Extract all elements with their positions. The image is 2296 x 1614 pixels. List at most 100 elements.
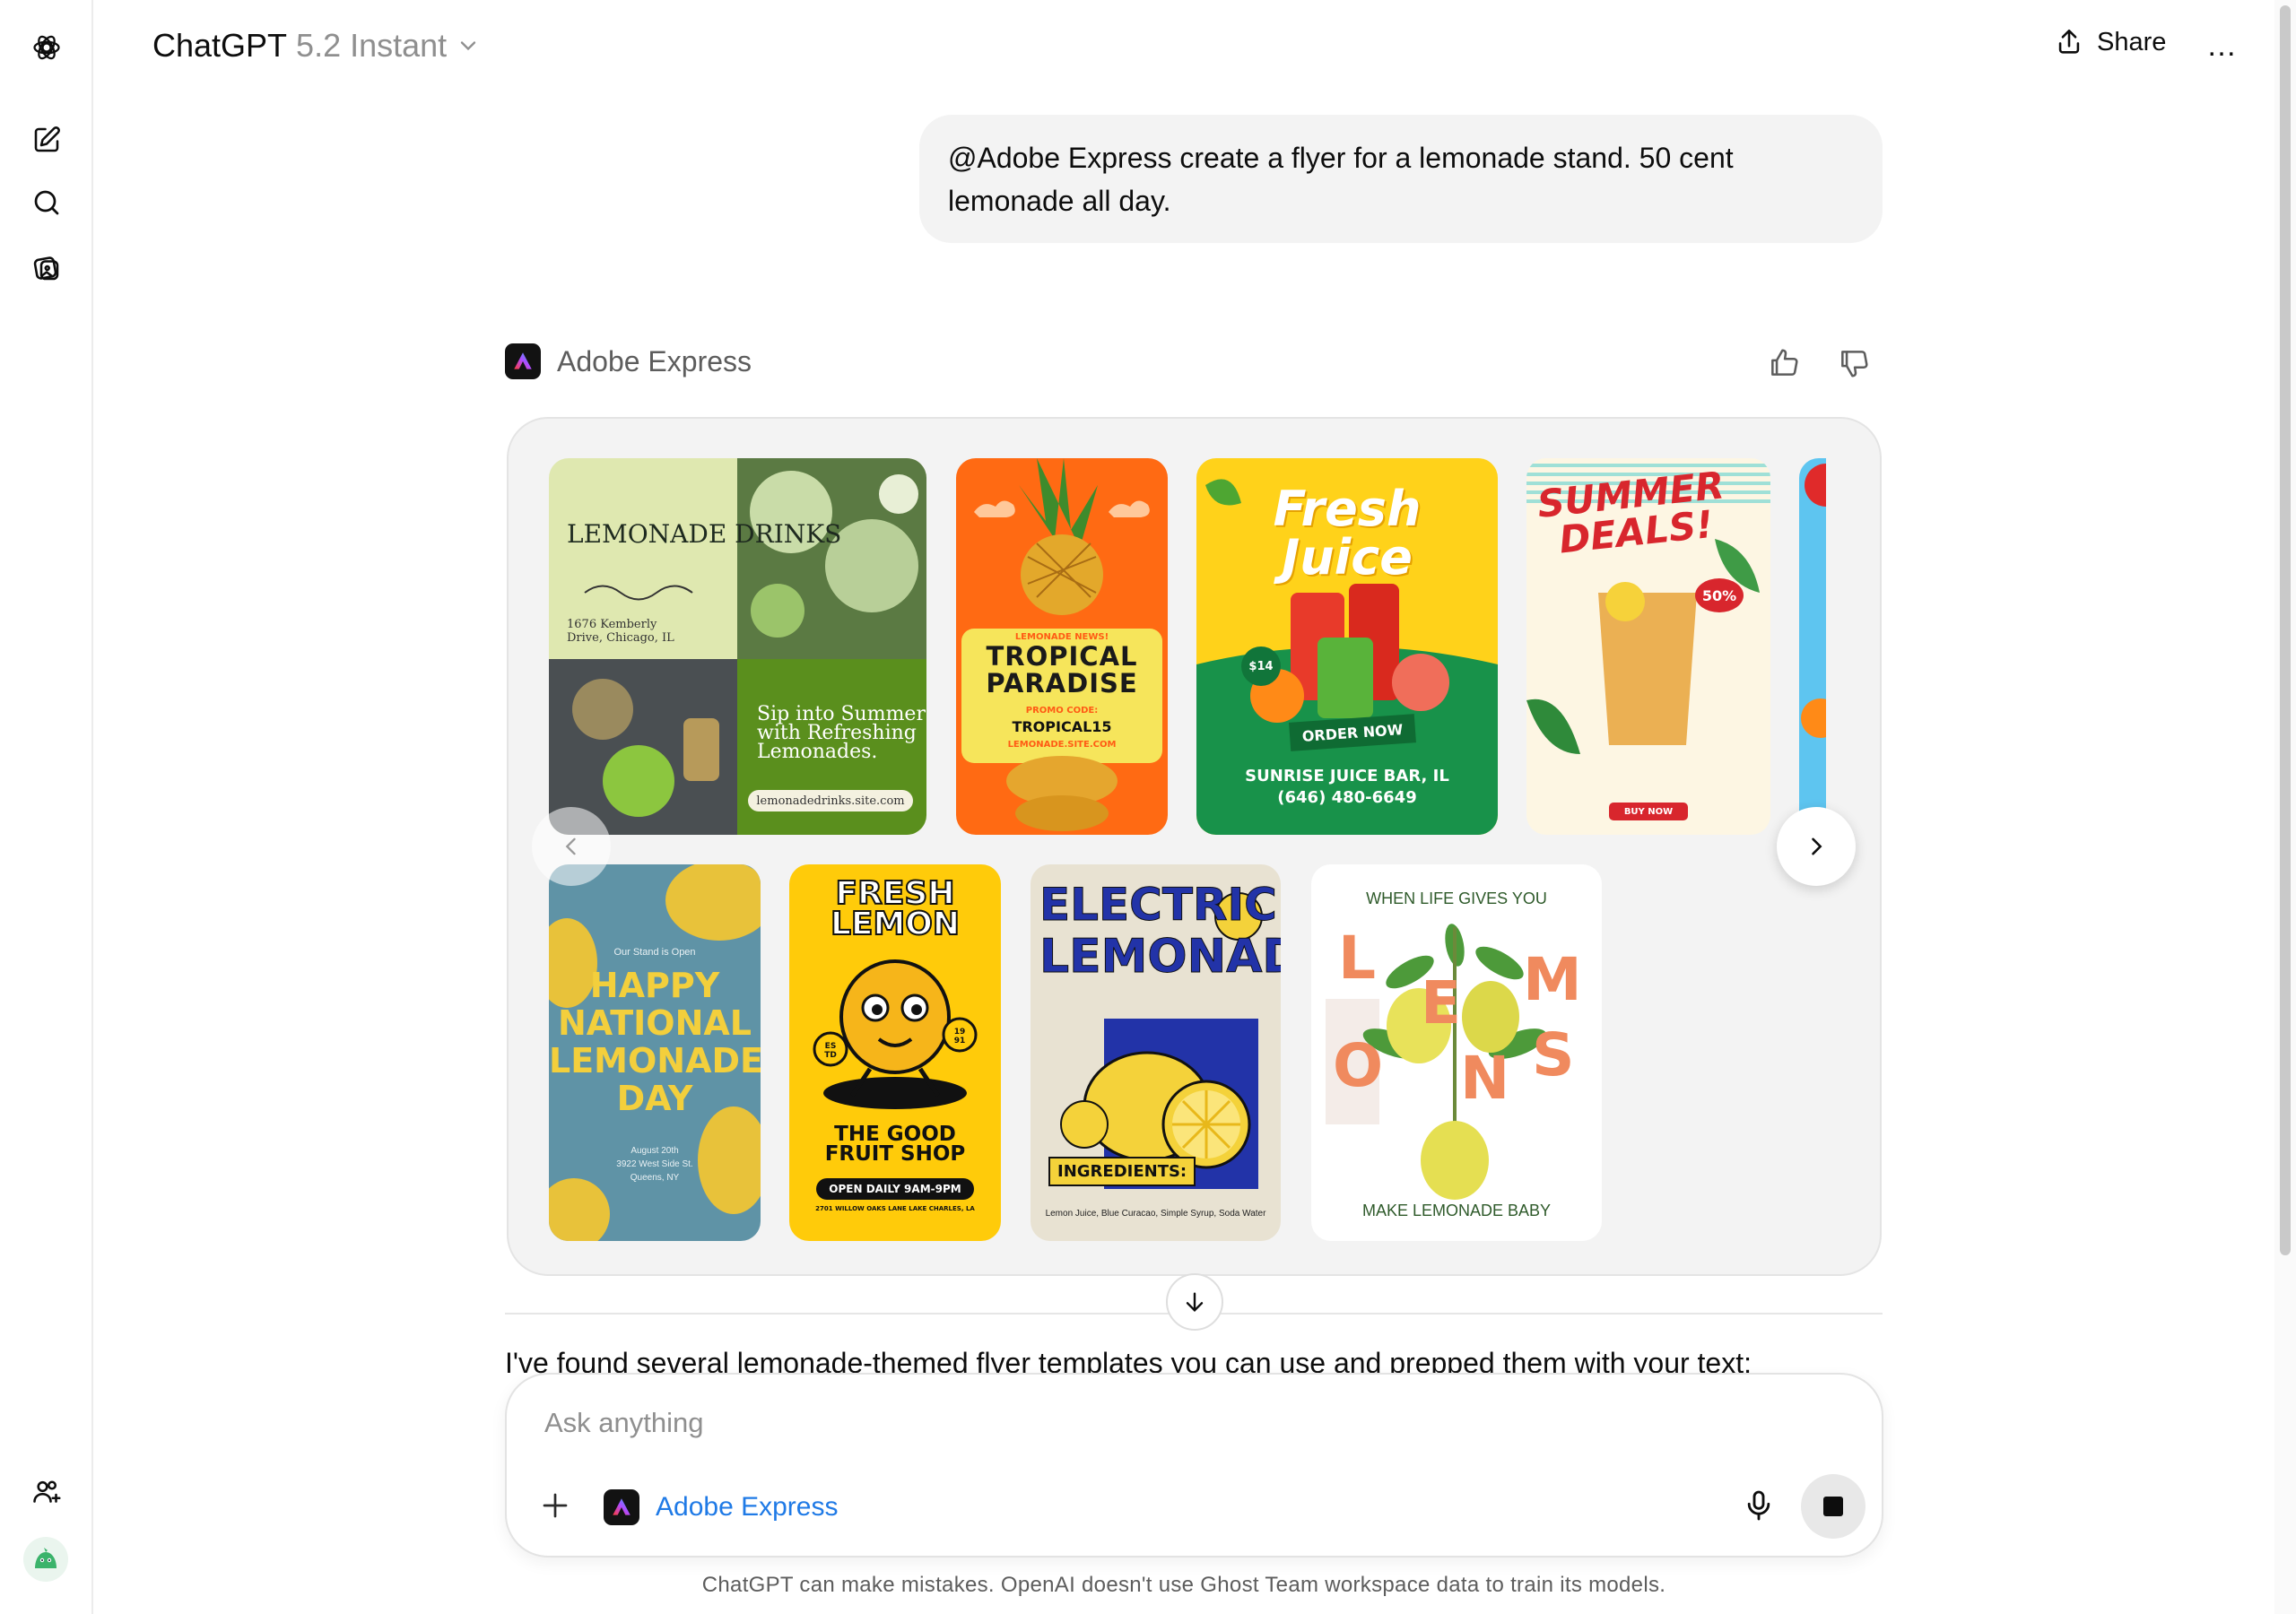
template-7-title-line2: LEMON [830,906,961,942]
template-card-summer-deals[interactable]: SUMMER DEALS! 50% BUY NOW [1526,458,1770,835]
feedback-buttons [1767,346,1871,380]
more-options-button[interactable]: … [2206,29,2239,64]
plus-icon [543,1493,568,1518]
template-3-title-line2: Juice [1282,529,1413,586]
template-8-title-line2: LEMONADE [1039,930,1282,984]
template-card-lemons[interactable]: WHEN LIFE GIVES YOU L E M O N S MAKE LEM… [1311,864,1602,1241]
composer-input[interactable]: Ask anything [544,1407,704,1439]
adobe-express-icon [604,1489,639,1525]
template-7-shop-line1: THE GOOD [834,1123,956,1146]
template-1-address-line2: Drive, Chicago, IL [567,631,674,645]
template-card-lemonade-day[interactable]: Our Stand is Open HAPPY NATIONAL LEMONAD… [549,864,761,1241]
edit-icon[interactable] [23,117,70,163]
stop-button[interactable] [1801,1474,1866,1539]
template-9-letter-s: S [1532,1020,1575,1089]
template-1-tagline-line3: Lemonades. [757,741,878,763]
scroll-down-button[interactable] [1166,1273,1223,1331]
openai-logo-icon[interactable] [23,24,70,71]
template-7-shop: THE GOOD FRUIT SHOP [789,1123,1001,1166]
adobe-express-chip[interactable]: Adobe Express [604,1489,838,1525]
scrollbar-thumb[interactable] [2280,5,2291,1255]
template-9-letter-m: M [1523,945,1582,1014]
chatgpt-window: ChatGPT 5.2 Instant Share … @Adobe Expre… [0,0,2296,1614]
template-8-ingredients: Lemon Juice, Blue Curacao, Simple Syrup,… [1045,1209,1266,1219]
images-icon[interactable] [23,245,70,291]
thumbs-down-icon[interactable] [1837,346,1871,380]
add-people-icon[interactable] [23,1469,70,1515]
adobe-express-icon [505,343,541,379]
carousel-prev-button[interactable] [532,807,611,886]
share-button[interactable]: Share [2054,27,2166,57]
template-1-title: LEMONADE DRINKS [567,519,842,549]
template-3-title: Fresh Juice [1196,485,1498,582]
app-name: ChatGPT [152,27,288,64]
template-3-price: $14 [1241,646,1281,686]
template-carousel: LEMONADE DRINKS 1676 Kemberly Drive, Chi… [507,417,1882,1276]
sidebar-rail [0,0,93,1614]
disclaimer: ChatGPT can make mistakes. OpenAI doesn'… [701,1573,1666,1597]
template-1-tagline-line2: with Refreshing [757,722,917,744]
template-4-discount: 50% [1695,578,1744,612]
template-card-fresh-juice[interactable]: Fresh Juice $14 ORDER NOW SUNRISE JUICE … [1196,458,1498,835]
template-card-tropical-paradise[interactable]: LEMONADE NEWS! TROPICAL PARADISE PROMO C… [956,458,1168,835]
template-card-partial[interactable] [1799,458,1826,835]
template-3-phone: (646) 480-6649 [1277,788,1417,807]
template-2-promo-code: TROPICAL15 [1012,718,1112,735]
template-6-title: HAPPY NATIONAL LEMONADE DAY [549,967,761,1117]
template-7-address: 2701 WILLOW OAKS LANE LAKE CHARLES, LA [815,1205,975,1212]
template-7-hours: OPEN DAILY 9AM-9PM [829,1183,961,1195]
template-8-ingredients-label: INGREDIENTS: [1048,1157,1196,1186]
template-7-badge-left: ES TD [824,1042,837,1060]
template-7-badge-right: 19 91 [953,1028,966,1046]
template-card-electric-lemonade[interactable]: ELECTRIC LEMONADE INGREDIENTS: Lemon Jui… [1031,864,1281,1241]
template-9-letter-n: N [1460,1044,1510,1113]
user-message-bubble: @Adobe Express create a flyer for a lemo… [919,115,1883,243]
template-9-bottom-text: MAKE LEMONADE BABY [1361,1202,1552,1219]
model-version: 5.2 Instant [296,27,448,64]
user-avatar[interactable] [23,1537,68,1582]
template-7-title-line1: FRESH [835,875,956,912]
tool-chip-label: Adobe Express [656,1492,839,1522]
message-composer: Ask anything Adobe Express [505,1373,1883,1558]
tool-header: Adobe Express [505,343,752,379]
template-2-title-line1: TROPICAL [986,641,1138,672]
template-6-details: August 20th 3922 West Side St. Queens, N… [549,1144,761,1184]
search-icon[interactable] [23,179,70,226]
microphone-button[interactable] [1741,1488,1777,1528]
template-2-title-line2: PARADISE [986,668,1138,699]
upload-icon [2058,29,2080,54]
template-card-lemonade-drinks[interactable]: LEMONADE DRINKS 1676 Kemberly Drive, Chi… [549,458,926,835]
stop-icon [1823,1497,1843,1516]
template-9-letter-l: L [1338,924,1377,993]
template-7-shop-line2: FRUIT SHOP [824,1142,966,1166]
model-selector[interactable]: ChatGPT 5.2 Instant [152,27,481,65]
template-card-fresh-lemon[interactable]: FRESH LEMON ES TD 19 91 THE GOOD FRUIT S… [789,864,1001,1241]
template-6-address-line2: Queens, NY [630,1173,680,1183]
template-6-kicker: Our Stand is Open [613,947,696,958]
template-6-title-line3: LEMONADE [549,1041,761,1080]
carousel-next-button[interactable] [1777,807,1856,886]
template-2-url: LEMONADE.SITE.COM [1007,740,1117,750]
template-8-title-line1: ELECTRIC [1039,879,1278,932]
template-3-title-line1: Fresh [1273,481,1422,537]
scrollbar[interactable] [2274,0,2296,1614]
template-2-promo-label: PROMO CODE: [1025,706,1099,716]
template-8-title: ELECTRIC LEMONADE [1039,879,1282,984]
template-4-title: SUMMER DEALS! [1535,463,1730,561]
template-6-title-line2: NATIONAL [557,1003,752,1043]
template-9-top-text: WHEN LIFE GIVES YOU [1366,889,1547,907]
template-6-title-line1: HAPPY [589,966,720,1005]
template-1-address-line1: 1676 Kemberly [567,618,657,631]
share-label: Share [2097,27,2167,56]
template-9-letter-e: E [1421,968,1462,1037]
thumbs-up-icon[interactable] [1767,346,1801,380]
template-1-address: 1676 Kemberly Drive, Chicago, IL [567,618,674,645]
tool-name: Adobe Express [557,344,752,377]
add-attachment-button[interactable] [539,1489,571,1527]
arrow-down-icon [1186,1292,1204,1313]
template-1-tagline: Sip into Summer with Refreshing Lemonade… [757,705,926,763]
top-bar: ChatGPT 5.2 Instant Share … [93,0,2296,93]
assistant-reply: I've found several lemonade-themed flyer… [505,1347,1752,1375]
chevron-right-icon [1812,837,1822,855]
template-4-cta: BUY NOW [1623,807,1674,817]
